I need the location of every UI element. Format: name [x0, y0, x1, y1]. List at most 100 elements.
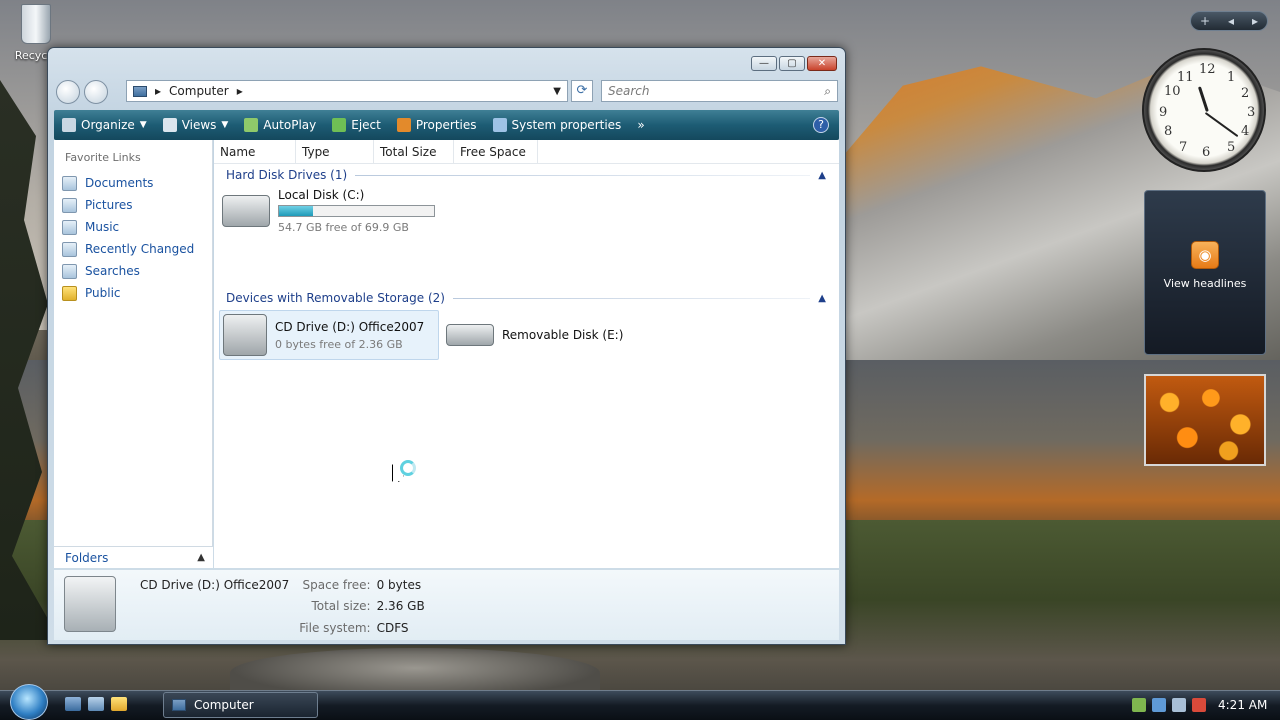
- organize-label: Organize: [81, 118, 135, 132]
- drive-item-e[interactable]: Removable Disk (E:): [446, 324, 623, 346]
- disk-usage-bar: [278, 205, 435, 217]
- system-properties-button[interactable]: System properties: [492, 118, 621, 132]
- autoplay-button[interactable]: AutoPlay: [244, 118, 316, 132]
- taskbar-button-computer[interactable]: Computer: [163, 692, 318, 718]
- feed-headlines-gadget[interactable]: ◉ View headlines: [1144, 190, 1266, 355]
- group-header-hard-disks[interactable]: Hard Disk Drives (1) ▲: [226, 166, 826, 184]
- favorite-link-label: Recently Changed: [85, 242, 195, 256]
- clock-number: 9: [1159, 105, 1168, 120]
- more-commands-button[interactable]: »: [637, 118, 644, 132]
- search-placeholder: Search: [608, 84, 650, 98]
- address-dropdown-icon[interactable]: ▼: [553, 86, 561, 97]
- drive-free-space: 0 bytes free of 2.36 GB: [275, 337, 403, 351]
- clock-gadget[interactable]: 12 1 2 3 4 5 6 7 8 9 10 11: [1142, 48, 1266, 172]
- space-free-label: Space free:: [302, 578, 371, 592]
- slideshow-gadget[interactable]: [1144, 374, 1266, 466]
- clock-number: 8: [1164, 124, 1173, 139]
- refresh-icon[interactable]: ⟳: [571, 80, 593, 102]
- column-header-type[interactable]: Type: [296, 140, 374, 163]
- command-bar: Organize ▼ Views ▼ AutoPlay Eject Proper…: [54, 110, 839, 140]
- maximize-button[interactable]: ▢: [779, 56, 805, 71]
- organize-button[interactable]: Organize ▼: [62, 118, 147, 132]
- volume-muted-icon[interactable]: [1192, 698, 1206, 712]
- recently-changed-icon: [62, 241, 77, 257]
- group-header-removable[interactable]: Devices with Removable Storage (2) ▲: [226, 289, 826, 307]
- total-size-value: 2.36 GB: [376, 599, 425, 614]
- clock-number: 1: [1227, 70, 1236, 85]
- cd-drive-icon: [223, 314, 267, 356]
- chevron-up-icon[interactable]: ▲: [818, 170, 826, 181]
- clock-time[interactable]: 4:21 AM: [1218, 698, 1267, 712]
- safely-remove-icon[interactable]: [1132, 698, 1146, 712]
- group-divider: [355, 174, 811, 176]
- view-headlines-label: View headlines: [1163, 277, 1247, 290]
- folder-icon: [62, 285, 77, 301]
- autoplay-icon: [244, 118, 259, 132]
- add-gadget-button[interactable]: +: [1200, 14, 1210, 28]
- clock-number: 11: [1177, 70, 1194, 85]
- favorite-link-recently-changed[interactable]: Recently Changed: [54, 238, 212, 260]
- favorite-link-searches[interactable]: Searches: [54, 260, 212, 282]
- forward-button[interactable]: [84, 80, 108, 104]
- favorite-link-documents[interactable]: Documents: [54, 172, 212, 194]
- details-pane: CD Drive (D:) Office2007 Space free: 0 b…: [54, 570, 839, 640]
- favorite-link-music[interactable]: Music: [54, 216, 212, 238]
- folders-toggle[interactable]: Folders ▲: [54, 546, 213, 568]
- favorite-links-heading: Favorite Links: [65, 151, 141, 164]
- show-desktop-icon[interactable]: [65, 697, 81, 711]
- explorer-window: — ▢ ✕ ▸ Computer ▸ ▼ ⟳ Search ⌕ Organize…: [47, 47, 846, 645]
- eject-button[interactable]: Eject: [332, 118, 381, 132]
- drive-item-d[interactable]: CD Drive (D:) Office2007 0 bytes free of…: [219, 310, 439, 360]
- music-icon: [62, 219, 77, 235]
- pictures-icon: [62, 197, 77, 213]
- windows-defender-icon[interactable]: [1152, 698, 1166, 712]
- views-button[interactable]: Views ▼: [162, 118, 228, 132]
- searches-icon: [62, 263, 77, 279]
- column-header-free-space[interactable]: Free Space: [454, 140, 538, 163]
- properties-button[interactable]: Properties: [396, 118, 477, 132]
- documents-icon: [62, 175, 77, 191]
- folders-label: Folders: [65, 550, 109, 565]
- drive-free-space: 54.7 GB free of 69.9 GB: [278, 221, 409, 234]
- search-input[interactable]: Search ⌕: [601, 80, 838, 102]
- removable-disk-icon: [446, 324, 494, 346]
- rss-icon: ◉: [1191, 241, 1219, 269]
- group-title: Devices with Removable Storage (2): [226, 291, 445, 305]
- column-header-total-size[interactable]: Total Size: [374, 140, 454, 163]
- search-icon[interactable]: ⌕: [824, 84, 831, 99]
- start-button[interactable]: [10, 684, 48, 720]
- folder-icon[interactable]: [111, 697, 127, 711]
- address-separator[interactable]: ▸: [155, 84, 161, 98]
- trash-icon: [21, 4, 51, 44]
- caption-buttons: — ▢ ✕: [751, 56, 837, 71]
- column-header-name[interactable]: Name: [214, 140, 296, 163]
- help-icon[interactable]: ?: [813, 117, 829, 133]
- navigation-pane: Favorite Links Documents Pictures Music …: [54, 140, 213, 568]
- favorite-link-public[interactable]: Public: [54, 282, 212, 304]
- computer-icon: [172, 699, 186, 711]
- address-bar[interactable]: ▸ Computer ▸ ▼: [126, 80, 568, 102]
- drive-item-c[interactable]: Local Disk (C:) 54.7 GB free of 69.9 GB: [222, 188, 435, 234]
- details-properties: Space free: 0 bytes Total size: 2.36 GB …: [299, 576, 424, 640]
- address-path[interactable]: Computer: [169, 84, 229, 98]
- clock-number: 10: [1164, 84, 1181, 99]
- previous-page-button[interactable]: ◂: [1228, 14, 1234, 28]
- busy-spinner-icon: [400, 460, 416, 476]
- properties-label: Properties: [415, 118, 477, 132]
- minimize-button[interactable]: —: [751, 56, 777, 71]
- next-page-button[interactable]: ▸: [1252, 14, 1258, 28]
- favorite-link-pictures[interactable]: Pictures: [54, 194, 212, 216]
- sidebar-controls: + ◂ ▸: [1190, 11, 1268, 31]
- properties-icon: [396, 118, 411, 132]
- drive-name: CD Drive (D:) Office2007: [275, 319, 425, 334]
- taskbar-button-label: Computer: [194, 698, 254, 712]
- navigation-bar: ▸ Computer ▸ ▼ ⟳ Search ⌕: [56, 78, 838, 104]
- close-button[interactable]: ✕: [807, 56, 837, 71]
- back-button[interactable]: [56, 80, 80, 104]
- network-icon[interactable]: [1172, 698, 1186, 712]
- clock-number: 2: [1241, 86, 1250, 101]
- chevron-up-icon[interactable]: ▲: [818, 293, 826, 304]
- computer-icon: [133, 85, 147, 97]
- switch-windows-icon[interactable]: [88, 697, 104, 711]
- address-separator-2[interactable]: ▸: [237, 84, 243, 98]
